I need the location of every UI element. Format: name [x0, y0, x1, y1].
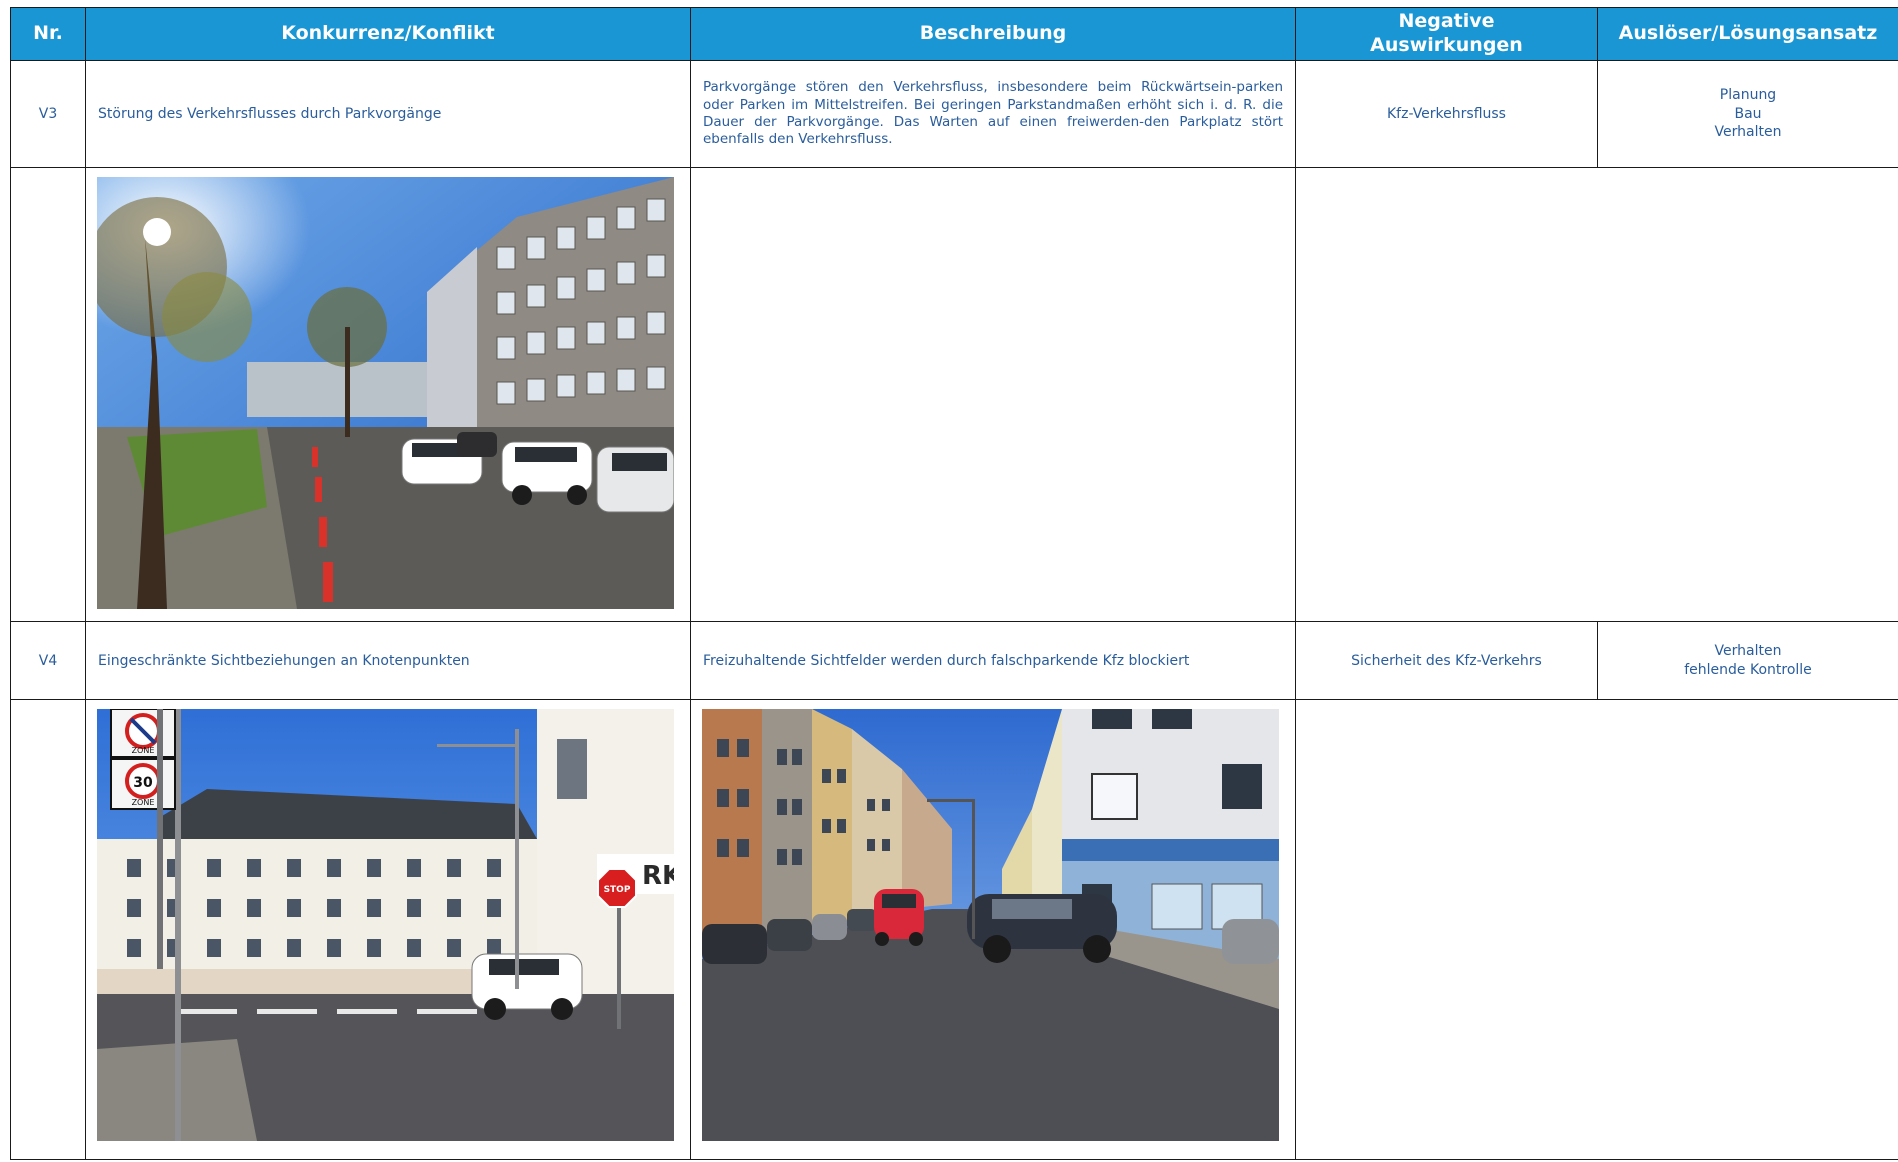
shop-sign: RK: [642, 861, 674, 891]
header-nr: Nr.: [10, 7, 86, 61]
row-konflikt: Eingeschränkte Sichtbeziehungen an Knote…: [85, 621, 691, 700]
zone-sign-text: ZONE: [132, 798, 155, 807]
ausloeser-item: fehlende Kontrolle: [1684, 661, 1812, 678]
street-photo-parking: [97, 177, 674, 609]
conflict-table: Nr. Konkurrenz/Konflikt Beschreibung Neg…: [10, 7, 1898, 1160]
row-beschreibung: Freizuhaltende Sichtfelder werden durch …: [690, 621, 1296, 700]
header-negative: Negative Auswirkungen: [1295, 7, 1598, 61]
empty-cell: [1295, 699, 1898, 1160]
stop-sign-text: STOP: [604, 885, 631, 895]
header-konflikt: Konkurrenz/Konflikt: [85, 7, 691, 61]
table-row: V3 Störung des Verkehrsflusses durch Par…: [10, 60, 1898, 168]
row-negative: Kfz-Verkehrsfluss: [1295, 60, 1598, 168]
row-beschreibung: Parkvorgänge stören den Verkehrsfluss, i…: [690, 60, 1296, 168]
photo-cell: RK ZONE 30 ZONE STOP: [85, 699, 691, 1160]
row-nr: V4: [10, 621, 86, 700]
row-ausloeser: Planung Bau Verhalten: [1597, 60, 1898, 168]
photo-row: [10, 167, 1898, 622]
zone-sign-text: ZONE: [132, 746, 155, 755]
header-row: Nr. Konkurrenz/Konflikt Beschreibung Neg…: [10, 7, 1898, 61]
header-beschreibung: Beschreibung: [690, 7, 1296, 61]
ausloeser-item: Verhalten: [1714, 124, 1782, 141]
photo-row: RK ZONE 30 ZONE STOP: [10, 699, 1898, 1160]
row-ausloeser: Verhalten fehlende Kontrolle: [1597, 621, 1898, 700]
row-negative: Sicherheit des Kfz-Verkehrs: [1295, 621, 1598, 700]
ausloeser-item: Bau: [1734, 105, 1762, 122]
header-negative-line1: Negative: [1398, 10, 1495, 33]
row-konflikt: Störung des Verkehrsflusses durch Parkvo…: [85, 60, 691, 168]
street-photo-parked-cars: [702, 709, 1279, 1141]
row-nr: V3: [10, 60, 86, 168]
empty-cell: [10, 699, 86, 1160]
empty-cell: [690, 167, 1296, 622]
header-ausloeser: Auslöser/Lösungsansatz: [1597, 7, 1898, 61]
street-photo-intersection: RK ZONE 30 ZONE STOP: [97, 709, 674, 1141]
empty-cell: [1295, 167, 1898, 622]
photo-cell: [85, 167, 691, 622]
empty-cell: [10, 167, 86, 622]
ausloeser-item: Planung: [1719, 86, 1777, 103]
photo-cell: [690, 699, 1296, 1160]
table-row: V4 Eingeschränkte Sichtbeziehungen an Kn…: [10, 621, 1898, 700]
header-negative-line2: Auswirkungen: [1370, 34, 1523, 56]
ausloeser-item: Verhalten: [1714, 642, 1782, 659]
speed-sign-text: 30: [133, 775, 153, 791]
